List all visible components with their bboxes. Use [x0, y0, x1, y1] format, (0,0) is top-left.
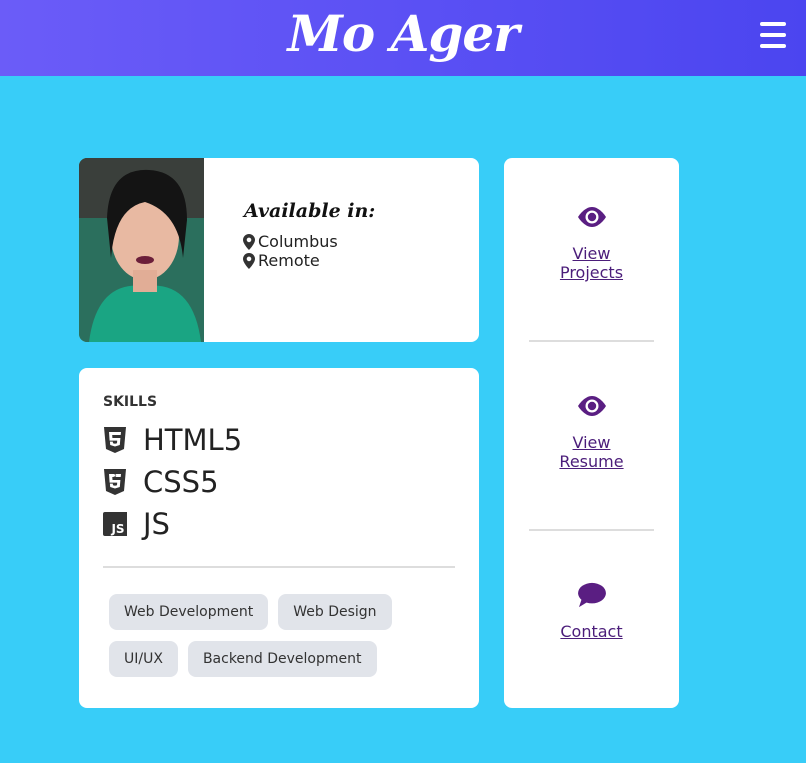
map-pin-icon: [243, 233, 255, 250]
skill-tags: Web Development Web Design UI/UX Backend…: [109, 594, 449, 677]
links-divider: [529, 529, 654, 531]
site-brand[interactable]: Mo Ager: [0, 4, 806, 63]
skill-label: JS: [143, 507, 170, 541]
profile-photo: [79, 158, 204, 342]
links-divider: [529, 340, 654, 342]
skills-card: SKILLS HTML5 3 CSS5 JS JS Web Developmen…: [79, 368, 479, 708]
location-item: Columbus: [243, 232, 338, 251]
link-line: Projects: [559, 263, 624, 282]
map-pin-icon: [243, 252, 255, 269]
location-item: Remote: [243, 251, 320, 270]
skill-item: HTML5: [103, 423, 242, 457]
location-label: Columbus: [258, 232, 338, 251]
skills-heading: SKILLS: [103, 394, 158, 410]
menu-bar: [760, 44, 786, 48]
view-resume-link[interactable]: View Resume: [504, 433, 679, 471]
css3-icon: 3: [104, 469, 126, 495]
location-label: Remote: [258, 251, 320, 270]
tag-backend-development[interactable]: Backend Development: [187, 641, 377, 677]
hamburger-menu-icon[interactable]: [758, 20, 788, 50]
profile-card: Available in: Columbus Remote: [79, 158, 479, 342]
js-icon: JS: [103, 512, 127, 536]
tag-web-development[interactable]: Web Development: [109, 594, 269, 630]
contact-link-block: Contact: [504, 582, 679, 641]
view-projects-link-block: View Projects: [504, 204, 679, 282]
link-line: View: [572, 433, 611, 452]
html5-icon: [104, 427, 126, 453]
availability-title: Available in:: [244, 200, 376, 222]
link-line: View: [572, 244, 611, 263]
svg-text:JS: JS: [110, 522, 124, 536]
contact-link[interactable]: Contact: [504, 622, 679, 641]
eye-icon[interactable]: [575, 204, 609, 230]
eye-icon[interactable]: [575, 393, 609, 419]
link-line: Resume: [559, 452, 624, 471]
menu-bar: [760, 22, 786, 26]
links-card: View Projects View Resume Contact: [504, 158, 679, 708]
skill-item: 3 CSS5: [103, 465, 219, 499]
tag-web-design[interactable]: Web Design: [278, 594, 392, 630]
skill-item: JS JS: [103, 507, 170, 541]
top-navbar: Mo Ager: [0, 0, 806, 76]
view-projects-link[interactable]: View Projects: [504, 244, 679, 282]
view-resume-link-block: View Resume: [504, 393, 679, 471]
svg-text:3: 3: [113, 473, 116, 479]
skill-label: HTML5: [143, 423, 243, 457]
tag-ui-ux[interactable]: UI/UX: [109, 641, 178, 677]
skill-label: CSS5: [143, 465, 219, 499]
chat-icon[interactable]: [575, 582, 609, 608]
menu-bar: [760, 33, 786, 37]
skills-divider: [103, 566, 455, 568]
